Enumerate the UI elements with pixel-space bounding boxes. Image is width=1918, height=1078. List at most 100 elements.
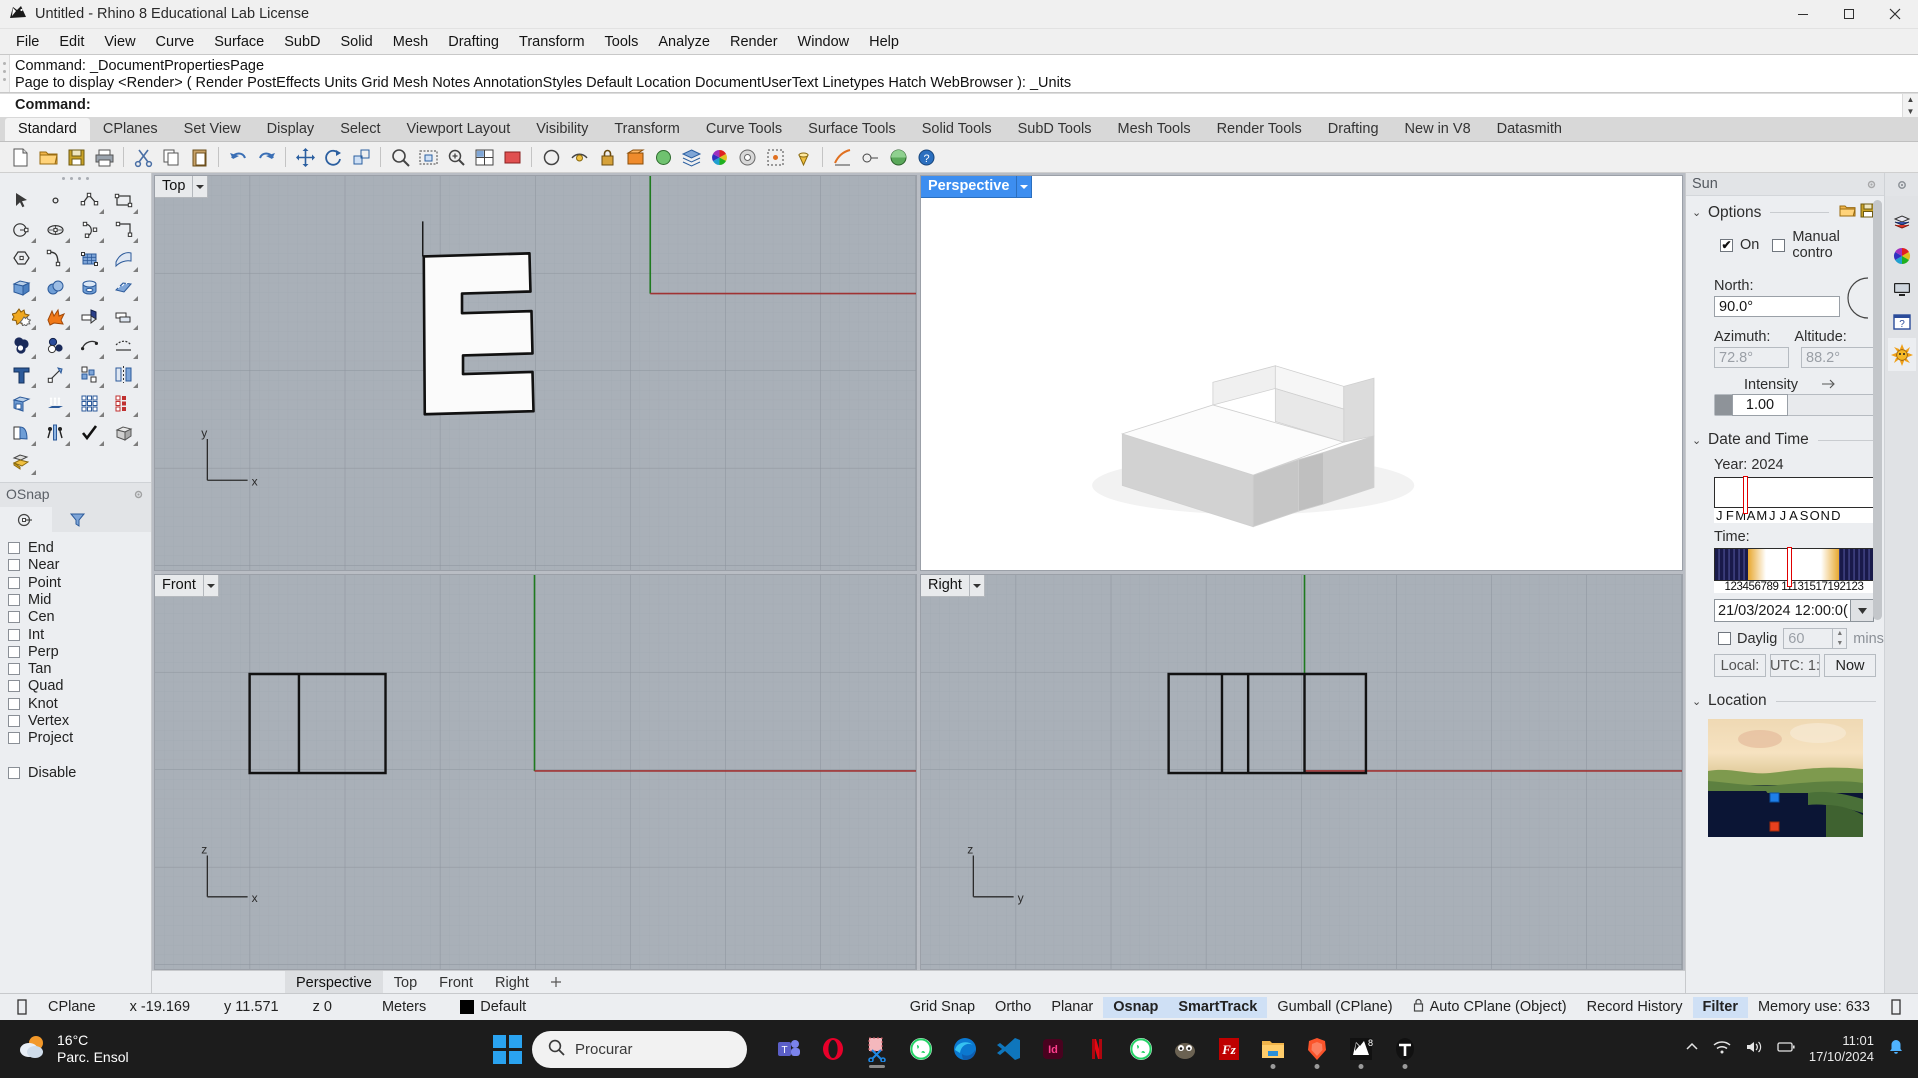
tab-subd-tools[interactable]: SubD Tools: [1005, 118, 1105, 141]
world-map-thumbnail[interactable]: [1708, 719, 1863, 837]
minimize-button[interactable]: [1780, 0, 1826, 29]
osnap-option-perp[interactable]: Perp: [8, 644, 151, 660]
show-hidden-icons-icon[interactable]: [1685, 1040, 1699, 1058]
viewport-name[interactable]: Perspective: [921, 176, 1018, 198]
daylight-saving-checkbox[interactable]: [1718, 632, 1731, 645]
menu-subd[interactable]: SubD: [274, 31, 330, 53]
unroll-surface-icon[interactable]: [4, 418, 38, 447]
array-polar-icon[interactable]: [106, 389, 140, 418]
search-input[interactable]: Procurar: [532, 1030, 747, 1068]
menu-window[interactable]: Window: [788, 31, 860, 53]
menu-solid[interactable]: Solid: [331, 31, 383, 53]
tab-drafting[interactable]: Drafting: [1315, 118, 1392, 141]
viewport-front[interactable]: z x Front: [154, 574, 917, 970]
altitude-input[interactable]: 88.2°: [1801, 347, 1876, 368]
toggle-osnap[interactable]: Osnap: [1103, 996, 1169, 1018]
checkbox[interactable]: [8, 715, 20, 727]
fillet-curve-icon[interactable]: [38, 244, 72, 273]
toggle-gumball[interactable]: Gumball (CPlane): [1267, 997, 1402, 1018]
azimuth-input[interactable]: 72.8°: [1714, 347, 1789, 368]
location-header[interactable]: ⌄ Location: [1686, 691, 1884, 711]
toggle-filter[interactable]: Filter: [1692, 996, 1748, 1018]
month-slider[interactable]: J F M A M J J A S O N D: [1686, 476, 1884, 523]
month-marker[interactable]: [1743, 476, 1748, 514]
local-time-button[interactable]: Local:: [1714, 654, 1766, 677]
viewport-title-top[interactable]: Top: [155, 176, 209, 198]
polyline-icon[interactable]: [72, 186, 106, 215]
tab-cplanes[interactable]: CPlanes: [90, 118, 171, 141]
array-icon[interactable]: [72, 360, 106, 389]
opera-icon[interactable]: [813, 1027, 853, 1071]
menu-transform[interactable]: Transform: [509, 31, 595, 53]
microsoft-edge-icon[interactable]: [945, 1027, 985, 1071]
chevron-down-icon[interactable]: ⌄: [1692, 695, 1702, 708]
menu-help[interactable]: Help: [859, 31, 909, 53]
utc-time-button[interactable]: UTC: 1:: [1770, 654, 1820, 677]
layers-icon[interactable]: [678, 144, 704, 170]
add-viewport-icon[interactable]: [540, 971, 572, 993]
chevron-down-icon[interactable]: [1017, 176, 1033, 198]
menu-drafting[interactable]: Drafting: [438, 31, 509, 53]
windows-start-icon[interactable]: [493, 1034, 522, 1064]
analyze-icon[interactable]: [829, 144, 855, 170]
units-label[interactable]: Meters: [342, 997, 436, 1018]
osnap-option-cen[interactable]: Cen: [8, 609, 151, 625]
viewport-tab-front[interactable]: Front: [428, 971, 484, 993]
osnap-option-near[interactable]: Near: [8, 557, 151, 573]
whatsapp-icon[interactable]: [901, 1027, 941, 1071]
paste-icon[interactable]: [186, 144, 212, 170]
viewport-title-front[interactable]: Front: [155, 575, 219, 597]
stepper-down-icon[interactable]: ▼: [1833, 639, 1846, 649]
osnap-option-quad[interactable]: Quad: [8, 678, 151, 694]
select-arrow-icon[interactable]: [4, 186, 38, 215]
toggle-record-history[interactable]: Record History: [1577, 997, 1693, 1018]
show-objects-icon[interactable]: [566, 144, 592, 170]
cylinder-icon[interactable]: [72, 273, 106, 302]
osnap-option-project[interactable]: Project: [8, 730, 151, 746]
copy-icon[interactable]: [158, 144, 184, 170]
whatsapp-2-icon[interactable]: [1121, 1027, 1161, 1071]
tab-new-in-v8[interactable]: New in V8: [1392, 118, 1484, 141]
taskbar-clock[interactable]: 11:01 17/10/2024: [1809, 1033, 1874, 1065]
snipping-tool-icon[interactable]: [857, 1027, 897, 1071]
checkbox[interactable]: [8, 697, 20, 710]
checkbox[interactable]: [8, 628, 20, 641]
osnap-option-vertex[interactable]: Vertex: [8, 713, 151, 729]
checkbox[interactable]: [8, 576, 20, 589]
help-icon[interactable]: ?: [913, 144, 939, 170]
gear-icon[interactable]: [1865, 178, 1878, 191]
filter-tab-icon[interactable]: [52, 507, 104, 532]
arc-icon[interactable]: [72, 215, 106, 244]
weather-widget[interactable]: 16°C Parc. Ensol: [0, 1032, 129, 1066]
tab-set-view[interactable]: Set View: [171, 118, 254, 141]
blend-curve-icon[interactable]: [72, 331, 106, 360]
checkbox[interactable]: [8, 542, 20, 555]
stepper-up-icon[interactable]: ▲: [1833, 629, 1846, 639]
boolean-difference-icon[interactable]: [4, 331, 38, 360]
panel-scrollbar[interactable]: [1873, 200, 1882, 989]
properties-icon[interactable]: [734, 144, 760, 170]
menu-analyze[interactable]: Analyze: [648, 31, 720, 53]
color-wheel-icon[interactable]: [706, 144, 732, 170]
boolean-split-icon[interactable]: [38, 331, 72, 360]
vs-code-icon[interactable]: [989, 1027, 1029, 1071]
tab-solid-tools[interactable]: Solid Tools: [909, 118, 1005, 141]
command-input-row[interactable]: Command: ▲ ▼: [0, 93, 1918, 117]
curvature-icon[interactable]: [857, 144, 883, 170]
cut-icon[interactable]: [130, 144, 156, 170]
tab-visibility[interactable]: Visibility: [523, 118, 601, 141]
datetime-combobox[interactable]: 21/03/2024 12:00:0(: [1714, 599, 1874, 622]
wifi-icon[interactable]: [1713, 1039, 1731, 1059]
chevron-down-icon[interactable]: ⌄: [1692, 434, 1702, 447]
viewport-name[interactable]: Top: [155, 176, 194, 198]
chevron-down-icon[interactable]: [203, 575, 219, 597]
rhino-8-icon[interactable]: 8: [1341, 1027, 1381, 1071]
open-folder-icon[interactable]: [1839, 203, 1856, 222]
undo-icon[interactable]: [225, 144, 251, 170]
command-prompt-label[interactable]: Command:: [0, 94, 1902, 117]
menu-surface[interactable]: Surface: [204, 31, 274, 53]
curve-box-icon[interactable]: [106, 215, 140, 244]
checkbox[interactable]: [8, 732, 20, 745]
notification-bell-icon[interactable]: [1888, 1038, 1904, 1060]
chevron-down-icon[interactable]: [1850, 599, 1874, 622]
